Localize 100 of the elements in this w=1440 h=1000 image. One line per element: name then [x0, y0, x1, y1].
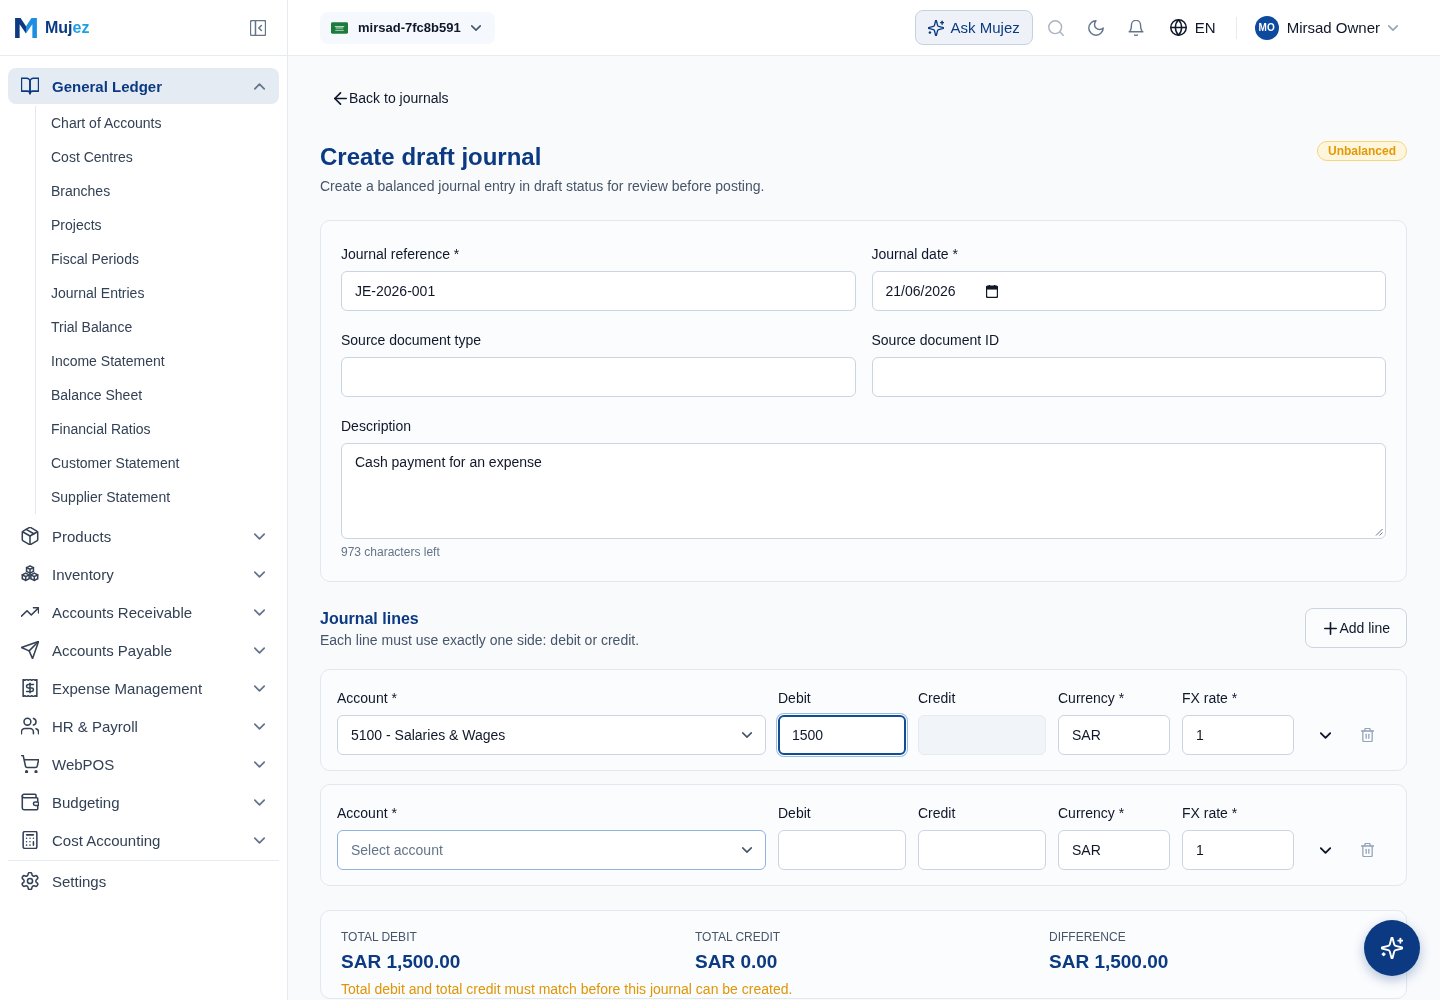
receipt-icon — [21, 679, 39, 697]
nav-item[interactable]: Settings — [8, 863, 279, 899]
calendar-icon — [985, 284, 998, 298]
text-field[interactable]: JE-2026-001 — [341, 271, 856, 311]
moon-icon[interactable] — [1087, 19, 1104, 36]
nav-item[interactable]: Accounts Payable — [8, 632, 279, 668]
add-line-button[interactable]: Add line — [1305, 608, 1407, 648]
nav-subitem[interactable]: Journal Entries — [51, 276, 279, 310]
field-label: FX rate * — [1182, 804, 1238, 823]
nav-subitem[interactable]: Customer Statement — [51, 446, 279, 480]
total-label: DIFFERENCE — [1049, 929, 1126, 945]
field-label: Source document type — [341, 331, 482, 350]
nav-item[interactable]: Inventory — [8, 556, 279, 592]
globe-icon — [1169, 19, 1187, 36]
nav-item[interactable]: WebPOS — [8, 746, 279, 782]
chevron-down-icon — [742, 847, 752, 853]
balance-warning: Total debit and total credit must match before this journal can be created. — [341, 980, 794, 998]
nav-subitem[interactable]: Financial Ratios — [51, 412, 279, 446]
nav-subitem[interactable]: Branches — [51, 174, 279, 208]
field-label: Journal date * — [871, 245, 958, 264]
nav-subitem[interactable]: Income Statement — [51, 344, 279, 378]
logo-icon — [15, 17, 37, 38]
field-label: Currency * — [1058, 804, 1125, 823]
user-avatar: MO — [1254, 15, 1279, 40]
debit-field[interactable]: 1500 — [778, 715, 906, 755]
ask-assistant-button[interactable]: Ask Mujez — [914, 10, 1033, 45]
field-label: Currency * — [1058, 689, 1125, 708]
character-counter: 973 characters left — [341, 545, 440, 560]
settings-icon — [21, 872, 39, 890]
chevron-down-icon — [742, 732, 752, 738]
field-label: Journal reference * — [341, 245, 460, 264]
nav-subitem[interactable]: Chart of Accounts — [51, 106, 279, 140]
nav-item[interactable]: Cost Accounting — [8, 822, 279, 858]
nav-subitem[interactable]: Cost Centres — [51, 140, 279, 174]
calculator-icon — [21, 831, 39, 849]
nav-item[interactable]: Products — [8, 518, 279, 554]
fx-rate-field[interactable]: 1 — [1182, 715, 1294, 755]
nav-subitem[interactable]: Projects — [51, 208, 279, 242]
nav-subitem[interactable]: Supplier Statement — [51, 480, 279, 514]
sparkles-icon — [1381, 937, 1403, 959]
section-subtitle: Each line must use exactly one side: debit or credit. — [320, 631, 640, 650]
chevron-down-icon[interactable] — [1320, 846, 1331, 854]
sparkles-icon — [927, 19, 944, 36]
field-label: Account * — [337, 804, 397, 823]
flag-icon — [331, 21, 348, 34]
total-label: TOTAL DEBIT — [341, 929, 417, 945]
page-subtitle: Create a balanced journal entry in draft status for review before posting. — [320, 177, 765, 196]
paper-plane-icon — [21, 641, 39, 659]
account-select[interactable]: Select account — [337, 830, 766, 870]
nav-subitem[interactable]: Fiscal Periods — [51, 242, 279, 276]
page-title: Create draft journal — [320, 142, 542, 172]
fx-rate-field[interactable]: 1 — [1182, 830, 1294, 870]
text-field[interactable] — [341, 357, 856, 397]
collapse-sidebar-icon[interactable] — [250, 19, 266, 36]
cart-icon — [21, 755, 39, 773]
user-menu[interactable]: MO Mirsad Owner — [1254, 15, 1398, 40]
field-label: Debit — [778, 689, 811, 708]
chevron-down-icon — [470, 24, 481, 31]
box-icon — [21, 527, 39, 545]
boxes-icon — [21, 565, 39, 583]
brand-name: Mujez — [45, 18, 90, 37]
organization-selector[interactable]: mirsad-7fc8b591 — [320, 11, 495, 44]
search-icon[interactable] — [1047, 19, 1064, 36]
text-field[interactable] — [871, 357, 1386, 397]
nav-item[interactable]: Expense Management — [8, 670, 279, 706]
nav-subitem[interactable]: Balance Sheet — [51, 378, 279, 412]
chevron-down-icon — [1388, 24, 1398, 31]
currency-field[interactable]: SAR — [1058, 830, 1170, 870]
field-label: Source document ID — [871, 331, 1000, 350]
trash-icon[interactable] — [1361, 728, 1374, 742]
language-selector[interactable]: EN — [1169, 19, 1216, 36]
text-area[interactable]: Cash payment for an expense — [341, 443, 1386, 539]
field-label: Credit — [918, 689, 956, 708]
total-value: SAR 1,500.00 — [1049, 950, 1169, 974]
nav-item[interactable]: Accounts Receivable — [8, 594, 279, 630]
credit-field[interactable] — [918, 830, 1046, 870]
field-label: Debit — [778, 804, 811, 823]
chevron-down-icon[interactable] — [1320, 731, 1331, 739]
date-field[interactable]: 21/06/2026 — [871, 271, 1386, 311]
field-label: Account * — [337, 689, 397, 708]
status-badge: Unbalanced — [1317, 141, 1407, 161]
resize-grip-icon[interactable] — [1375, 528, 1383, 536]
account-select[interactable]: 5100 - Salaries & Wages — [337, 715, 766, 755]
nav-item[interactable]: General Ledger — [8, 68, 279, 104]
wallet-icon — [21, 793, 39, 811]
back-link[interactable]: Back to journals — [334, 88, 449, 108]
trash-icon[interactable] — [1361, 843, 1374, 857]
plus-icon — [1324, 621, 1338, 635]
field-label: FX rate * — [1182, 689, 1238, 708]
section-title: Journal lines — [320, 609, 419, 629]
bell-icon[interactable] — [1127, 19, 1144, 36]
field-label: Credit — [918, 804, 956, 823]
total-label: TOTAL CREDIT — [695, 929, 781, 945]
nav-item[interactable]: HR & Payroll — [8, 708, 279, 744]
currency-field[interactable]: SAR — [1058, 715, 1170, 755]
book-icon — [21, 77, 39, 95]
nav-subitem[interactable]: Trial Balance — [51, 310, 279, 344]
nav-item[interactable]: Budgeting — [8, 784, 279, 820]
people-icon — [21, 717, 39, 735]
debit-field[interactable] — [778, 830, 906, 870]
